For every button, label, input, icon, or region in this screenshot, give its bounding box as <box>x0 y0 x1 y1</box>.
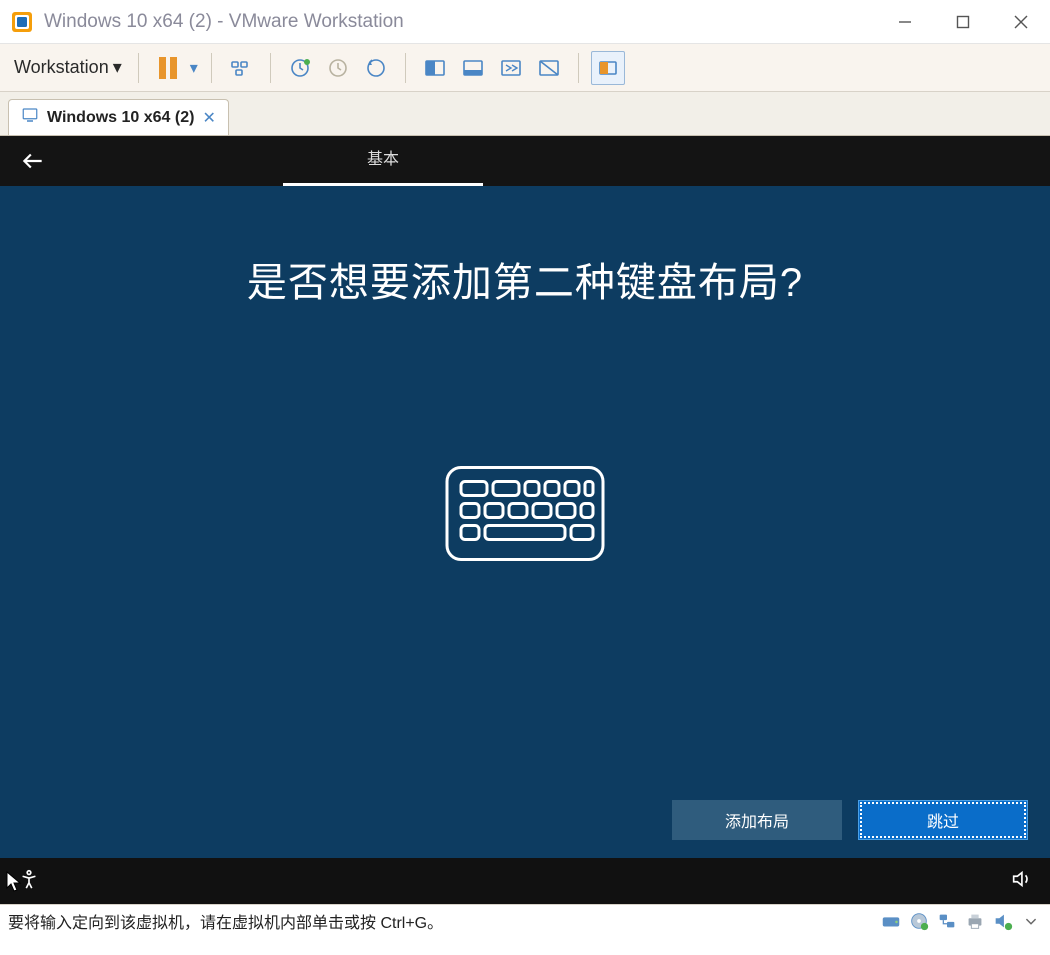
keyboard-icon <box>443 464 607 564</box>
vm-tab[interactable]: Windows 10 x64 (2) ✕ <box>8 99 229 135</box>
snapshot-revert-button[interactable] <box>321 51 355 85</box>
vm-tab-icon <box>21 106 39 129</box>
arrow-left-icon <box>20 148 46 174</box>
toolbar: Workstation ▾ ▾ <box>0 44 1050 92</box>
oobe-title: 是否想要添加第二种键盘布局? <box>0 186 1050 308</box>
tab-strip: Windows 10 x64 (2) ✕ <box>0 92 1050 136</box>
vm-tab-label: Windows 10 x64 (2) <box>47 109 194 127</box>
view-console-button[interactable] <box>418 51 452 85</box>
window-buttons <box>876 0 1050 44</box>
oobe-footer <box>0 858 1050 904</box>
device-tray <box>880 910 1042 932</box>
status-message: 要将输入定向到该虚拟机，请在虚拟机内部单击或按 Ctrl+G。 <box>8 909 880 933</box>
oobe-nav-tab[interactable]: 基本 <box>283 145 483 186</box>
pause-vm-button[interactable] <box>151 51 185 85</box>
snapshot-manager-button[interactable] <box>359 51 393 85</box>
toolbar-separator <box>270 53 271 83</box>
minimize-button[interactable] <box>876 0 934 44</box>
skip-button[interactable]: 跳过 <box>858 800 1028 840</box>
chevron-down-icon: ▾ <box>113 57 122 78</box>
close-button[interactable] <box>992 0 1050 44</box>
keyboard-illustration <box>443 464 607 569</box>
toolbar-separator <box>138 53 139 83</box>
toolbar-separator <box>405 53 406 83</box>
hdd-icon[interactable] <box>880 910 902 932</box>
thumbnail-bar-button[interactable] <box>591 51 625 85</box>
status-bar: 要将输入定向到该虚拟机，请在虚拟机内部单击或按 Ctrl+G。 <box>0 904 1050 936</box>
workstation-menu-label: Workstation <box>14 57 109 78</box>
window-title: Windows 10 x64 (2) - VMware Workstation <box>44 11 876 33</box>
thumbnail-icon <box>596 56 620 80</box>
accessibility-button[interactable] <box>18 868 40 895</box>
close-tab-button[interactable]: ✕ <box>202 108 215 128</box>
volume-button[interactable] <box>1010 868 1032 895</box>
printer-icon[interactable] <box>964 910 986 932</box>
workstation-menu[interactable]: Workstation ▾ <box>8 53 128 82</box>
snapshot-manager-icon <box>364 56 388 80</box>
stretch-icon <box>537 56 561 80</box>
send-ctrl-alt-del-button[interactable] <box>224 51 258 85</box>
sound-icon[interactable] <box>992 910 1014 932</box>
pause-icon <box>159 57 177 79</box>
add-layout-button[interactable]: 添加布局 <box>672 800 842 840</box>
console-icon <box>423 56 447 80</box>
view-fullscreen-button[interactable] <box>456 51 490 85</box>
power-dropdown[interactable]: ▾ <box>187 58 201 78</box>
maximize-button[interactable] <box>934 0 992 44</box>
window-titlebar: Windows 10 x64 (2) - VMware Workstation <box>0 0 1050 44</box>
accessibility-icon <box>18 868 40 890</box>
send-cad-icon <box>229 56 253 80</box>
expand-tray-icon[interactable] <box>1020 910 1042 932</box>
network-icon[interactable] <box>936 910 958 932</box>
view-stretch-button[interactable] <box>532 51 566 85</box>
snapshot-revert-icon <box>326 56 350 80</box>
guest-display[interactable]: 基本 是否想要添加第二种键盘布局? <box>0 136 1050 904</box>
oobe-header: 基本 <box>0 136 1050 186</box>
cd-icon[interactable] <box>908 910 930 932</box>
view-unity-button[interactable] <box>494 51 528 85</box>
back-button[interactable] <box>18 146 48 176</box>
oobe-body: 是否想要添加第二种键盘布局? <box>0 186 1050 858</box>
unity-icon <box>499 56 523 80</box>
snapshot-take-icon <box>288 56 312 80</box>
oobe-actions: 添加布局 跳过 <box>672 800 1028 840</box>
toolbar-separator <box>578 53 579 83</box>
toolbar-separator <box>211 53 212 83</box>
volume-icon <box>1010 868 1032 890</box>
fullscreen-icon <box>461 56 485 80</box>
snapshot-take-button[interactable] <box>283 51 317 85</box>
vmware-app-icon <box>10 10 34 34</box>
